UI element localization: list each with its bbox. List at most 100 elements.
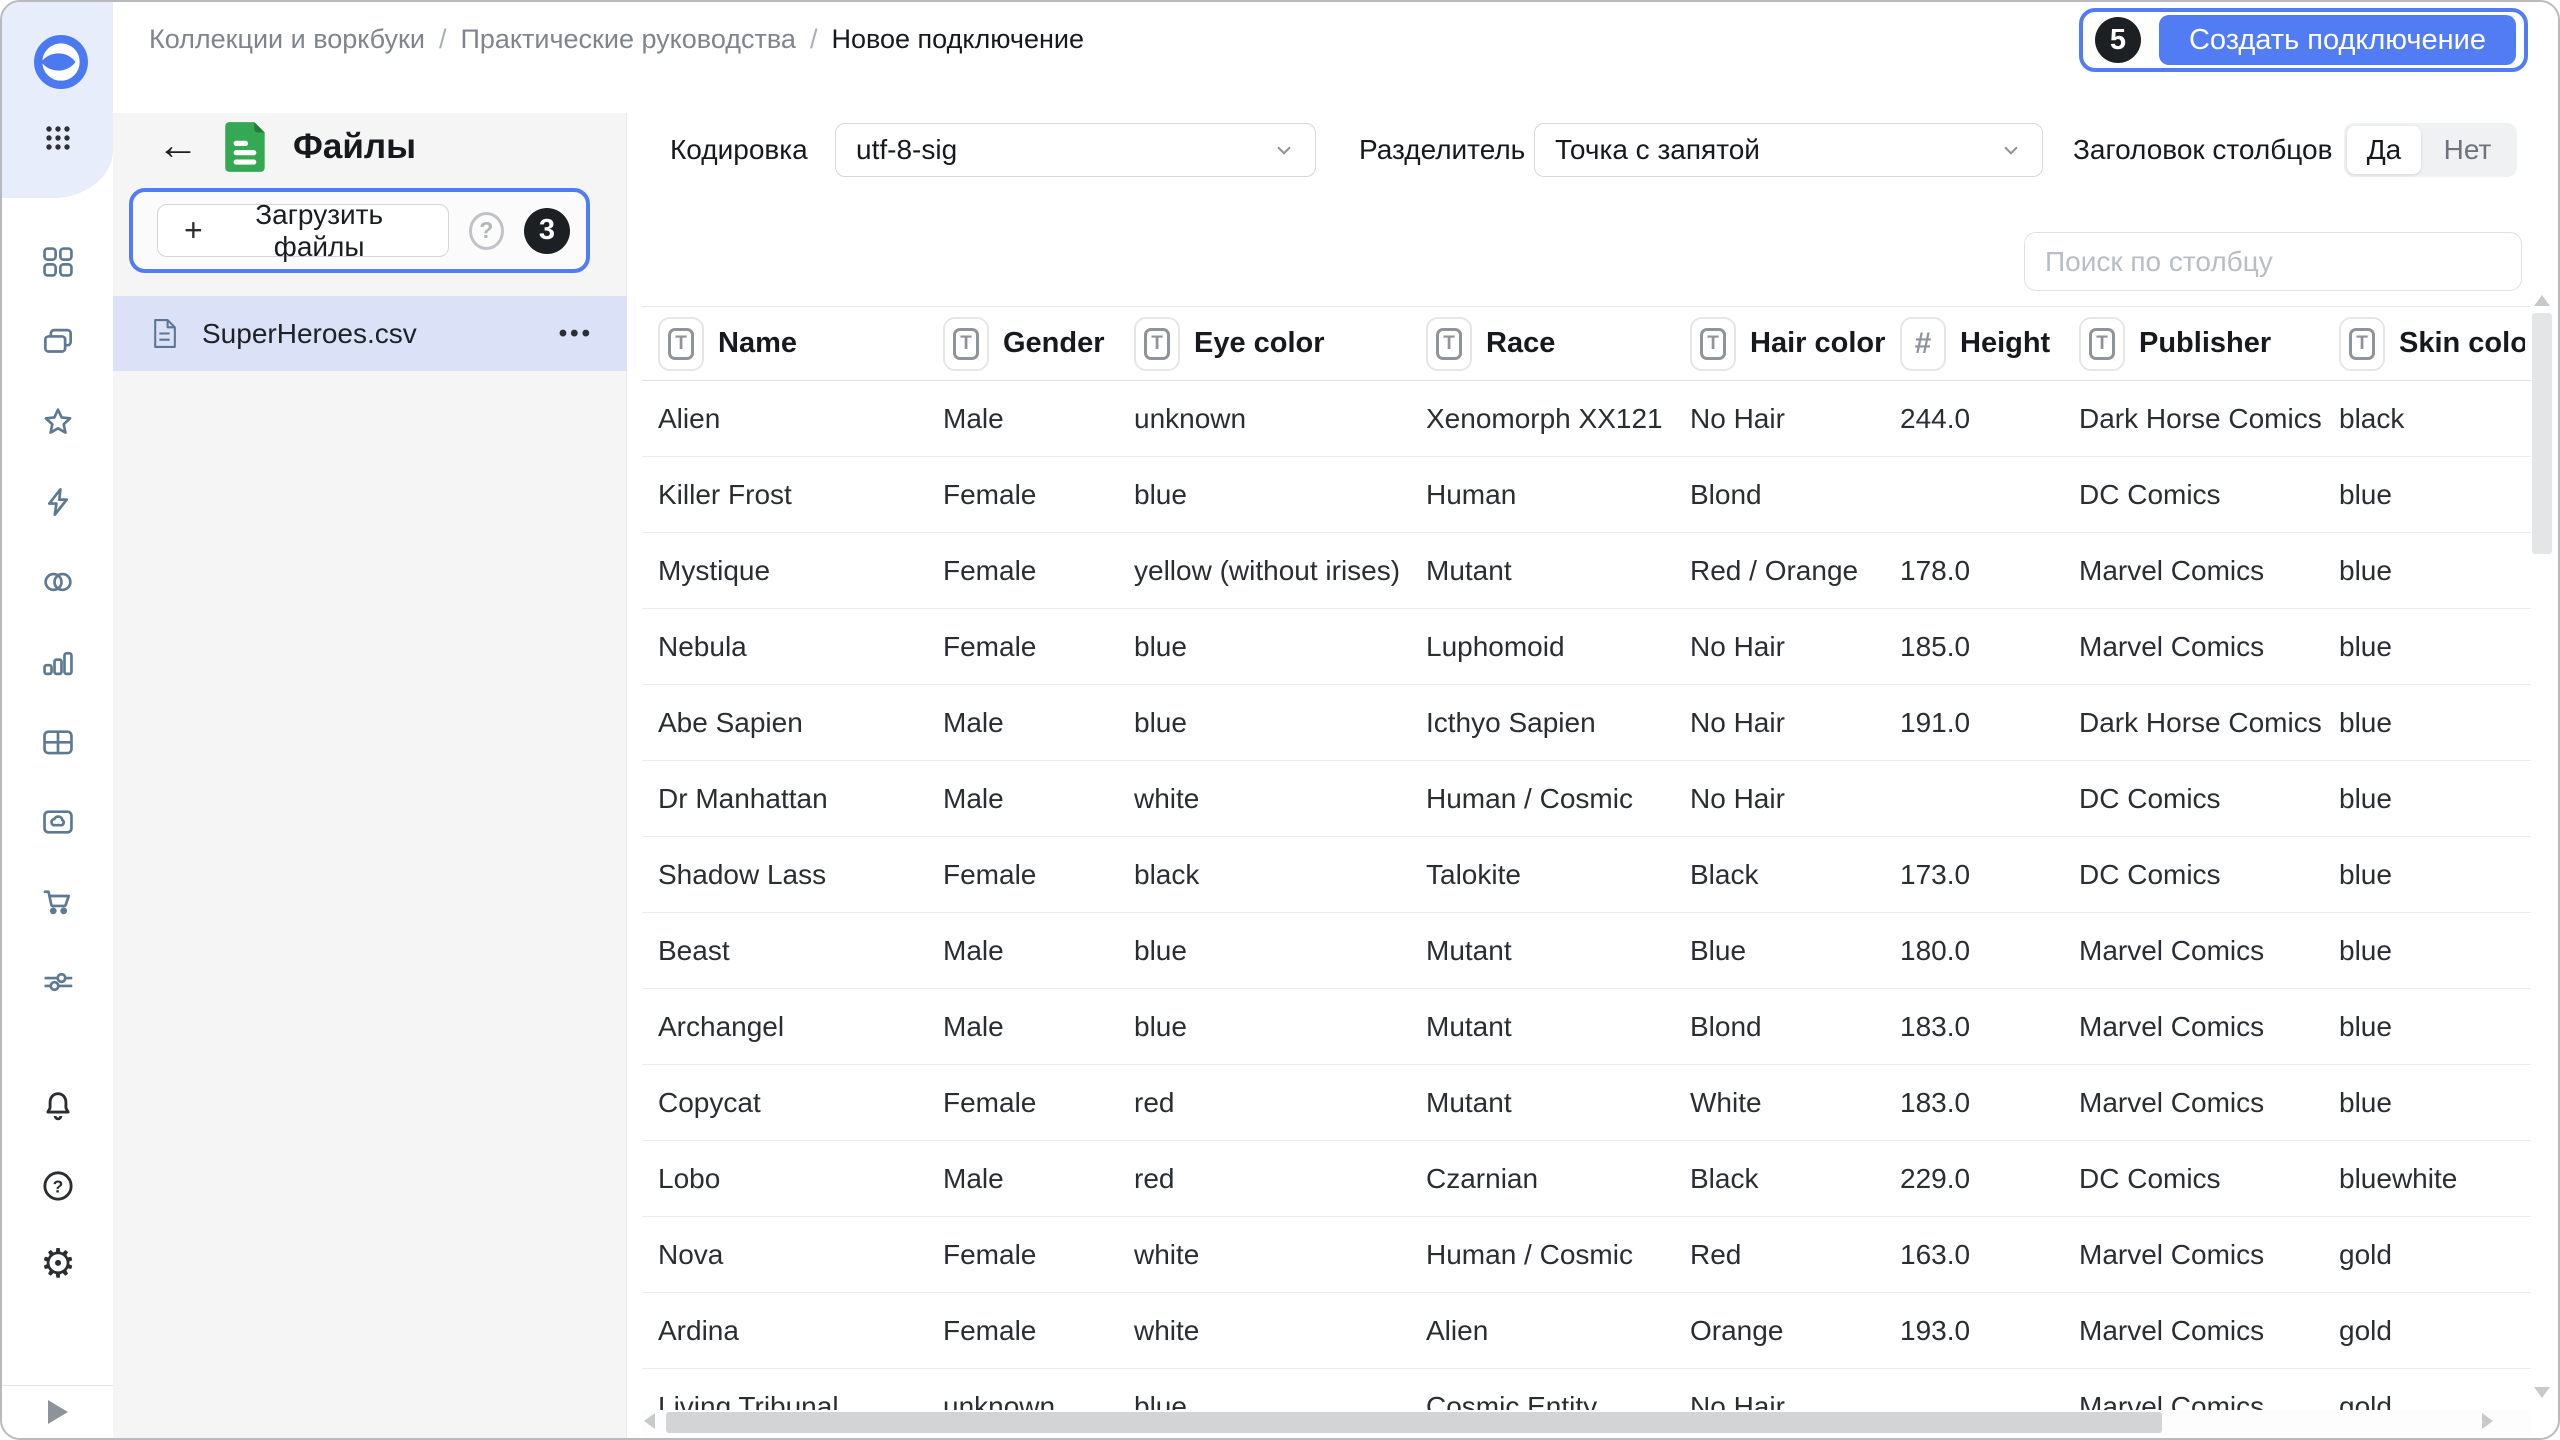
text-type-icon: T <box>2339 317 2385 371</box>
table-cell: Marvel Comics <box>2079 1293 2339 1368</box>
table-cell: black <box>1134 837 1426 912</box>
column-header-label: Eye color <box>1194 327 1325 360</box>
table-cell: Icthyo Sapien <box>1426 685 1690 760</box>
header-toggle-no[interactable]: Нет <box>2421 126 2514 174</box>
horizontal-scrollbar-thumb[interactable] <box>666 1412 2162 1433</box>
table-cell: blue <box>2339 989 2525 1064</box>
table-cell: Red / Orange <box>1690 533 1900 608</box>
table-cell: Dark Horse Comics <box>2079 381 2339 456</box>
charts-icon[interactable] <box>36 640 80 684</box>
table-cell: Talokite <box>1426 837 1690 912</box>
table-cell: Black <box>1690 837 1900 912</box>
files-panel: ← Файлы + Загрузить файлы ? 3 <box>113 113 627 1438</box>
column-header[interactable]: TEye color <box>1134 307 1426 380</box>
header-toggle-label: Заголовок столбцов <box>2073 123 2332 177</box>
table-cell: Female <box>943 1293 1134 1368</box>
table-cell: 180.0 <box>1900 913 2079 988</box>
table-cell: white <box>1134 1293 1426 1368</box>
help-icon[interactable]: ? <box>36 1164 80 1208</box>
table-cell: gold <box>2339 1293 2525 1368</box>
marketplace-cart-icon[interactable] <box>36 880 80 924</box>
table-cell: Copycat <box>658 1065 943 1140</box>
table-cell: Ardina <box>658 1293 943 1368</box>
chevron-down-icon <box>1998 137 2024 163</box>
files-folder-icon[interactable] <box>36 800 80 844</box>
table-cell: bluewhite <box>2339 1141 2525 1216</box>
table-cell: 178.0 <box>1900 533 2079 608</box>
scroll-right-arrow[interactable] <box>2482 1413 2493 1429</box>
text-type-icon: T <box>2079 317 2125 371</box>
table-cell: Marvel Comics <box>2079 913 2339 988</box>
column-header-label: Height <box>1960 327 2050 360</box>
column-header[interactable]: TRace <box>1426 307 1690 380</box>
file-list-item[interactable]: SuperHeroes.csv ••• <box>113 296 627 371</box>
column-header[interactable]: THair color <box>1690 307 1900 380</box>
table-cell: Shadow Lass <box>658 837 943 912</box>
datalens-logo[interactable] <box>33 34 89 90</box>
table-cell: blue <box>2339 837 2525 912</box>
annotation-step-badge: 3 <box>524 208 570 254</box>
breadcrumb-separator: / <box>810 24 818 55</box>
quick-actions-bolt-icon[interactable] <box>36 480 80 524</box>
collections-icon[interactable] <box>36 320 80 364</box>
chevron-down-icon <box>1271 137 1297 163</box>
header-toggle-yes[interactable]: Да <box>2347 126 2421 174</box>
favorites-star-icon[interactable] <box>36 400 80 444</box>
column-header[interactable]: TPublisher <box>2079 307 2339 380</box>
table-row: MystiqueFemaleyellow (without irises)Mut… <box>642 533 2531 609</box>
table-cell: 191.0 <box>1900 685 2079 760</box>
back-arrow-icon[interactable]: ← <box>157 124 199 166</box>
table-row: BeastMaleblueMutantBlue180.0Marvel Comic… <box>642 913 2531 989</box>
column-header-label: Name <box>718 327 797 360</box>
table-cell: Male <box>943 685 1134 760</box>
scroll-down-arrow[interactable] <box>2534 1387 2550 1398</box>
table-cell: Female <box>943 457 1134 532</box>
table-cell: DC Comics <box>2079 837 2339 912</box>
create-connection-callout: 5 Создать подключение <box>2079 8 2528 72</box>
encoding-select[interactable]: utf-8-sig <box>835 123 1316 177</box>
expand-sidebar-icon[interactable] <box>48 1400 68 1424</box>
navigation-icon[interactable] <box>36 240 80 284</box>
table-cell: Marvel Comics <box>2079 989 2339 1064</box>
notifications-bell-icon[interactable] <box>36 1084 80 1128</box>
column-header[interactable]: TName <box>658 307 943 380</box>
table-cell: Mutant <box>1426 1065 1690 1140</box>
settings-gear-icon[interactable]: ⚙ <box>36 1242 80 1286</box>
create-connection-button[interactable]: Создать подключение <box>2159 15 2516 65</box>
table-cell: DC Comics <box>2079 761 2339 836</box>
table-cell: Female <box>943 609 1134 684</box>
table-cell: Orange <box>1690 1293 1900 1368</box>
column-header[interactable]: #Height <box>1900 307 2079 380</box>
table-cell: Male <box>943 913 1134 988</box>
delimiter-select[interactable]: Точка с запятой <box>1534 123 2043 177</box>
column-header[interactable]: TSkin color <box>2339 307 2525 380</box>
connections-icon[interactable] <box>36 560 80 604</box>
vertical-scrollbar-thumb[interactable] <box>2532 313 2552 554</box>
scroll-up-arrow[interactable] <box>2534 295 2550 306</box>
upload-files-button[interactable]: + Загрузить файлы <box>157 204 449 257</box>
table-cell: Czarnian <box>1426 1141 1690 1216</box>
table-cell: Female <box>943 1217 1134 1292</box>
datasets-table-icon[interactable] <box>36 720 80 764</box>
table-cell: Human / Cosmic <box>1426 1217 1690 1292</box>
table-cell: Xenomorph XX121 <box>1426 381 1690 456</box>
table-cell: 229.0 <box>1900 1141 2079 1216</box>
column-header[interactable]: TGender <box>943 307 1134 380</box>
topbar: Коллекции и воркбуки / Практические руко… <box>113 2 2558 114</box>
table-cell: blue <box>1134 913 1426 988</box>
upload-help-icon[interactable]: ? <box>469 212 504 250</box>
table-cell: White <box>1690 1065 1900 1140</box>
table-cell: Female <box>943 533 1134 608</box>
breadcrumb-guides[interactable]: Практические руководства <box>460 24 795 55</box>
table-row: Killer FrostFemaleblueHumanBlondDC Comic… <box>642 457 2531 533</box>
table-cell: 193.0 <box>1900 1293 2079 1368</box>
services-sliders-icon[interactable] <box>36 960 80 1004</box>
table-cell: 163.0 <box>1900 1217 2079 1292</box>
apps-menu-icon[interactable] <box>40 120 76 156</box>
table-cell: Alien <box>1426 1293 1690 1368</box>
scroll-left-arrow[interactable] <box>644 1413 655 1429</box>
column-search-input[interactable] <box>2024 232 2522 291</box>
table-cell: Nova <box>658 1217 943 1292</box>
file-more-menu-icon[interactable]: ••• <box>559 320 593 348</box>
breadcrumb-collections[interactable]: Коллекции и воркбуки <box>149 24 425 55</box>
